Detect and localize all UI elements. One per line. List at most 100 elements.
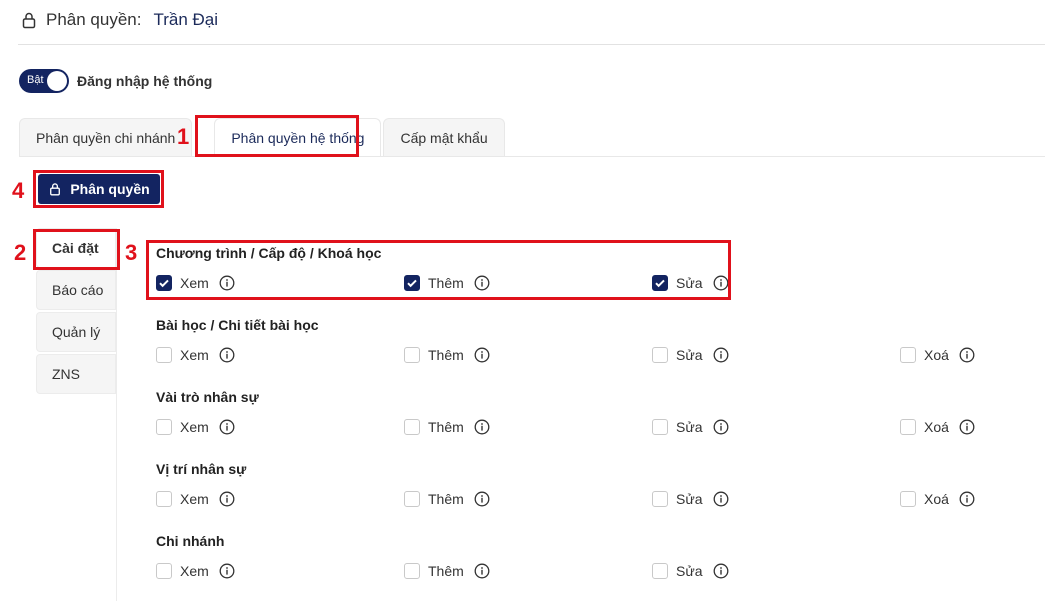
permission-checkbox[interactable] <box>156 563 172 579</box>
permission-option: Xoá <box>900 419 975 435</box>
info-icon[interactable] <box>713 491 729 507</box>
annotation-marker-3: 3 <box>125 240 138 265</box>
sidebar-divider <box>116 228 117 601</box>
permission-option: Thêm <box>404 347 490 363</box>
permission-checkbox[interactable] <box>652 491 668 507</box>
info-icon[interactable] <box>219 491 235 507</box>
permission-label: Sửa <box>676 563 703 579</box>
permission-checkbox[interactable] <box>900 347 916 363</box>
permission-checkbox[interactable] <box>652 563 668 579</box>
permission-group: Vị trí nhân sự Xem Thêm Sửa Xoá <box>156 461 975 507</box>
tabs-divider <box>19 156 1045 157</box>
permission-label: Thêm <box>428 563 464 579</box>
permission-group-title: Chương trình / Cấp độ / Khoá học <box>156 245 382 261</box>
permission-checkbox[interactable] <box>404 347 420 363</box>
info-icon[interactable] <box>474 563 490 579</box>
permission-group-title: Bài học / Chi tiết bài học <box>156 317 319 333</box>
permission-label: Xoá <box>924 347 949 363</box>
annotation-marker-2: 2 <box>14 240 27 265</box>
permission-checkbox[interactable] <box>156 419 172 435</box>
page-title-user: Trần Đại <box>153 10 219 29</box>
permission-checkbox[interactable] <box>156 275 172 291</box>
info-icon[interactable] <box>474 347 490 363</box>
info-icon[interactable] <box>474 275 490 291</box>
permission-option: Xoá <box>900 347 975 363</box>
permission-group: Chi nhánh Xem Thêm Sửa <box>156 533 728 579</box>
permission-group: Chương trình / Cấp độ / Khoá học Xem Thêm S… <box>156 245 728 291</box>
info-icon[interactable] <box>219 275 235 291</box>
info-icon[interactable] <box>219 419 235 435</box>
permission-option: Xem <box>156 419 235 435</box>
permission-option: Thêm <box>404 491 490 507</box>
permission-group-title: Vị trí nhân sự <box>156 461 247 477</box>
tab-bar: Phân quyền chi nhánh Phân quyền hệ thống… <box>19 118 507 156</box>
permission-checkbox[interactable] <box>404 275 420 291</box>
permission-option: Sửa <box>652 563 729 579</box>
permission-checkbox[interactable] <box>652 347 668 363</box>
permission-label: Sửa <box>676 275 703 291</box>
permission-option: Xem <box>156 563 235 579</box>
sidebar-item-settings[interactable]: Cài đặt <box>36 228 116 268</box>
info-icon[interactable] <box>959 347 975 363</box>
permission-label: Thêm <box>428 347 464 363</box>
permission-group-title: Vài trò nhân sự <box>156 389 259 405</box>
toggle-knob <box>47 71 67 91</box>
permission-checkbox[interactable] <box>156 347 172 363</box>
permission-label: Thêm <box>428 491 464 507</box>
permission-option: Sửa <box>652 419 729 435</box>
permission-checkbox[interactable] <box>652 419 668 435</box>
permission-label: Xem <box>180 419 209 435</box>
sidebar-item-management[interactable]: Quản lý <box>36 312 116 352</box>
tab-branch-permissions[interactable]: Phân quyền chi nhánh <box>19 118 193 156</box>
permission-label: Xem <box>180 275 209 291</box>
permission-checkbox[interactable] <box>404 491 420 507</box>
lock-icon <box>50 183 61 196</box>
permission-label: Sửa <box>676 491 703 507</box>
permission-checkbox[interactable] <box>404 563 420 579</box>
permission-label: Xem <box>180 563 209 579</box>
permission-option: Sửa <box>652 275 729 291</box>
permission-option: Xem <box>156 347 235 363</box>
permission-option: Xoá <box>900 491 975 507</box>
permission-checkbox[interactable] <box>156 491 172 507</box>
info-icon[interactable] <box>713 563 729 579</box>
info-icon[interactable] <box>219 347 235 363</box>
info-icon[interactable] <box>713 419 729 435</box>
permission-checkbox[interactable] <box>652 275 668 291</box>
permission-option: Thêm <box>404 563 490 579</box>
permission-checkbox[interactable] <box>404 419 420 435</box>
page-title-label: Phân quyền: <box>46 10 142 29</box>
permission-group: Vài trò nhân sự Xem Thêm Sửa Xoá <box>156 389 975 435</box>
sidebar-item-zns[interactable]: ZNS <box>36 354 116 394</box>
permission-label: Xem <box>180 347 209 363</box>
permission-label: Thêm <box>428 275 464 291</box>
permission-option: Xem <box>156 275 235 291</box>
permission-checkbox[interactable] <box>900 491 916 507</box>
permissions-button-label: Phân quyền <box>70 181 150 197</box>
login-toggle-row: Bật Đăng nhập hệ thống <box>19 69 212 93</box>
info-icon[interactable] <box>959 419 975 435</box>
info-icon[interactable] <box>959 491 975 507</box>
login-toggle-label: Đăng nhập hệ thống <box>77 73 213 89</box>
permission-label: Sửa <box>676 419 703 435</box>
info-icon[interactable] <box>713 347 729 363</box>
tab-password[interactable]: Cấp mật khẩu <box>383 118 505 156</box>
permissions-button[interactable]: Phân quyền <box>38 174 160 204</box>
login-toggle[interactable]: Bật <box>19 69 69 93</box>
info-icon[interactable] <box>474 419 490 435</box>
permission-checkbox[interactable] <box>900 419 916 435</box>
permission-label: Xoá <box>924 491 949 507</box>
permission-option: Sửa <box>652 347 729 363</box>
info-icon[interactable] <box>219 563 235 579</box>
permission-option: Thêm <box>404 275 490 291</box>
tab-system-permissions[interactable]: Phân quyền hệ thống <box>214 118 382 156</box>
toggle-state-text: Bật <box>27 74 44 86</box>
sidebar-item-reports[interactable]: Báo cáo <box>36 270 116 310</box>
info-icon[interactable] <box>713 275 729 291</box>
page-header: Phân quyền: Trần Đại <box>20 8 218 32</box>
annotation-marker-4: 4 <box>12 178 25 203</box>
permission-group-title: Chi nhánh <box>156 533 225 549</box>
permission-option: Thêm <box>404 419 490 435</box>
permission-option: Sửa <box>652 491 729 507</box>
info-icon[interactable] <box>474 491 490 507</box>
